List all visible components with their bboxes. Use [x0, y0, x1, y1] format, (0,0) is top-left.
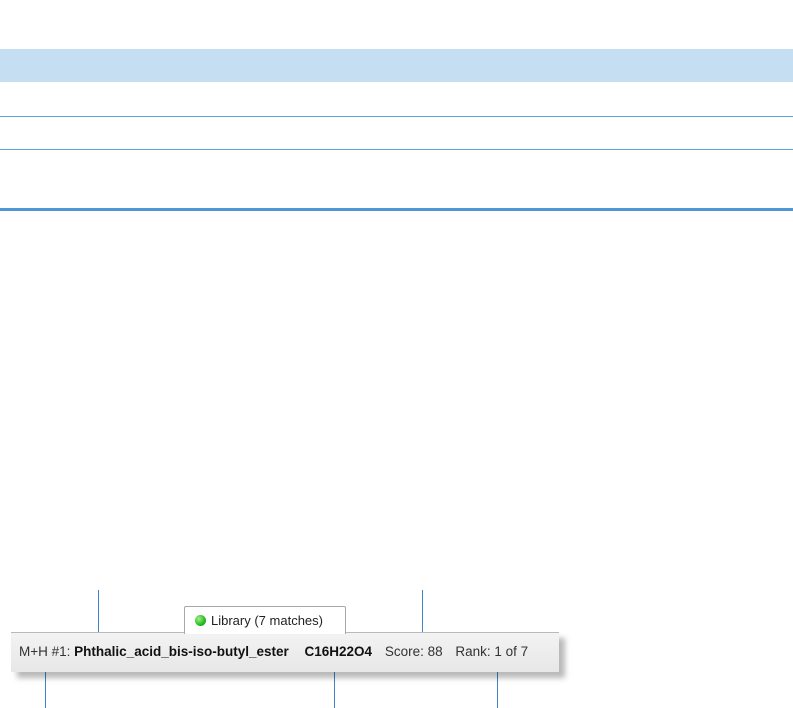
- table-header-row: [0, 49, 793, 82]
- formula-label: C16H22O4: [304, 644, 373, 659]
- table-bottom-border: [0, 208, 793, 211]
- adduct-label: M+H #1:: [19, 644, 71, 659]
- status-bar-text: M+H #1: Phthalic_acid_bis-iso-butyl_este…: [19, 644, 528, 659]
- green-status-dot-icon: [195, 615, 206, 626]
- tab-library[interactable]: Library (7 matches): [184, 606, 346, 634]
- score-label: Score: 88: [384, 644, 443, 659]
- table-row-divider: [0, 149, 793, 150]
- status-bar: M+H #1: Phthalic_acid_bis-iso-butyl_este…: [11, 632, 559, 672]
- compound-name[interactable]: Phthalic_acid_bis-iso-butyl_ester: [74, 644, 289, 659]
- table-row-divider: [0, 116, 793, 117]
- rank-label: Rank: 1 of 7: [455, 644, 529, 659]
- status-bar-screenshot: M+H #1: Phthalic_acid_bis-iso-butyl_este…: [11, 606, 565, 678]
- results-table: [0, 0, 793, 215]
- tab-library-label: Library (7 matches): [211, 613, 323, 628]
